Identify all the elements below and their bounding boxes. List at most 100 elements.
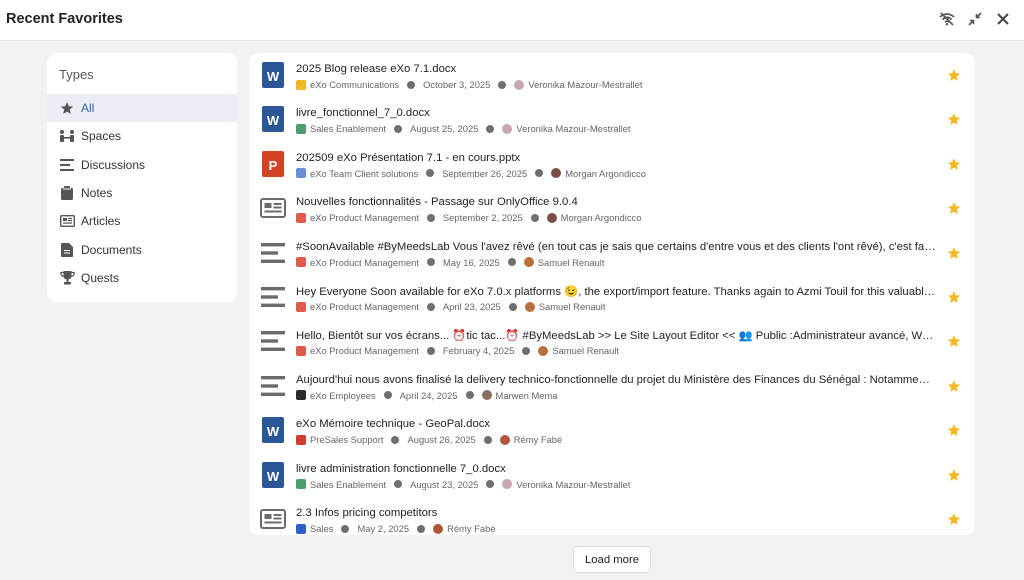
favorite-meta: eXo Product Management May 16, 2025 Samuel…	[296, 257, 604, 268]
sidebar-item-documents[interactable]: Documents	[47, 235, 237, 263]
author-avatar	[499, 434, 510, 445]
sidebar-item-quests[interactable]: Quests	[47, 264, 237, 292]
type-filter-list: All Spaces Discussions Notes Articles Documen…	[47, 94, 237, 292]
author-name[interactable]: Rémy Fabé	[514, 434, 562, 445]
separator-dot	[391, 435, 400, 444]
separator-dot	[426, 258, 435, 267]
space-name[interactable]: Sales Enablement	[310, 479, 386, 490]
favorite-star-icon[interactable]	[947, 379, 961, 393]
favorite-title[interactable]: eXo Mémoire technique - GeoPal.docx	[296, 418, 936, 430]
favorite-item[interactable]: #SoonAvailable #ByMeedsLab Vous l'avez r…	[249, 232, 975, 276]
separator-dot	[486, 124, 495, 133]
favorite-star-icon[interactable]	[947, 246, 961, 260]
favorite-title[interactable]: livre_fonctionnel_7_0.docx	[296, 107, 936, 119]
svg-text:W: W	[267, 424, 280, 439]
author-name[interactable]: Veronika Mazour-Mestrallet	[516, 479, 630, 490]
favorite-item[interactable]: P 202509 eXo Présentation 7.1 - en cours.…	[249, 143, 975, 187]
collapse-icon[interactable]	[966, 10, 984, 28]
connection-status-icon[interactable]	[938, 10, 956, 28]
favorite-item[interactable]: Wlivre_fonctionnel_7_0.docx Sales Enablem…	[249, 98, 975, 142]
favorite-star-icon[interactable]	[947, 423, 961, 437]
favorite-star-icon[interactable]	[947, 290, 961, 304]
separator-dot	[407, 80, 416, 89]
favorite-date: April 24, 2025	[399, 389, 458, 401]
favorite-item[interactable]: Nouvelles fonctionnalités - Passage sur …	[249, 187, 975, 231]
author-name[interactable]: Samuel Renault	[552, 345, 619, 356]
separator-dot	[535, 169, 544, 178]
favorite-title[interactable]: Hey Everyone Soon available for eXo 7.0.…	[296, 285, 936, 298]
favorite-star-icon[interactable]	[947, 468, 961, 482]
sidebar-item-notes[interactable]: Notes	[47, 179, 237, 207]
space-name[interactable]: eXo Product Management	[310, 212, 419, 223]
word-file-icon: W	[260, 415, 286, 445]
space-avatar	[296, 479, 306, 490]
favorite-item[interactable]: 2.3 Infos pricing competitors Sales May 2,…	[249, 498, 975, 535]
author-name[interactable]: Samuel Renault	[538, 257, 605, 268]
favorite-date: October 3, 2025	[423, 79, 491, 90]
author-name[interactable]: Morgan Argondicco	[561, 212, 642, 223]
space-name[interactable]: eXo Product Management	[310, 257, 419, 268]
space-avatar	[296, 345, 306, 356]
favorite-star-icon[interactable]	[947, 334, 961, 348]
space-avatar	[296, 301, 306, 312]
author-name[interactable]: Samuel Renault	[539, 301, 606, 312]
favorite-item[interactable]: Aujourd'hui nous avons finalisé la deliv…	[249, 365, 975, 409]
favorite-item[interactable]: WeXo Mémoire technique - GeoPal.docx PreS…	[249, 409, 975, 453]
space-name[interactable]: Sales	[310, 523, 333, 534]
favorite-star-icon[interactable]	[947, 157, 961, 171]
note-icon	[260, 282, 286, 312]
author-avatar	[523, 257, 534, 268]
star-icon	[59, 100, 75, 116]
favorite-date: April 23, 2025	[442, 301, 501, 312]
space-name[interactable]: eXo Product Management	[310, 345, 419, 356]
author-name[interactable]: Marwen Mema	[496, 390, 558, 401]
space-name[interactable]: eXo Team Client solutions	[310, 168, 418, 179]
separator-dot	[465, 391, 474, 400]
favorite-star-icon[interactable]	[947, 68, 961, 82]
author-name[interactable]: Morgan Argondicco	[565, 168, 646, 179]
favorite-title[interactable]: Hello, Bientôt sur vos écrans... ⏰tic ta…	[296, 329, 936, 342]
space-name[interactable]: eXo Communications	[310, 79, 399, 90]
favorite-title[interactable]: #SoonAvailable #ByMeedsLab Vous l'avez r…	[296, 241, 936, 253]
favorite-title[interactable]: livre administration fonctionnelle 7_0.d…	[296, 463, 936, 475]
word-file-icon: W	[260, 104, 286, 134]
note-icon	[260, 238, 286, 268]
documents-icon	[59, 242, 75, 258]
favorite-title[interactable]: 2025 Blog release eXo 7.1.docx	[296, 63, 936, 75]
author-avatar	[546, 212, 557, 223]
author-name[interactable]: Rémy Fabé	[447, 523, 495, 534]
favorite-meta: eXo Team Client solutions September 26, 2…	[296, 168, 646, 179]
space-name[interactable]: PreSales Support	[310, 434, 383, 445]
discussions-icon	[59, 157, 75, 173]
sidebar-item-spaces[interactable]: Spaces	[47, 122, 237, 150]
separator-dot	[394, 124, 403, 133]
space-name[interactable]: eXo Employees	[310, 390, 376, 401]
favorite-title[interactable]: Nouvelles fonctionnalités - Passage sur …	[296, 196, 936, 208]
favorite-star-icon[interactable]	[947, 201, 961, 215]
separator-dot	[522, 346, 531, 355]
favorite-meta: eXo Product Management April 23, 2025 Samu…	[296, 301, 606, 312]
sidebar-item-articles[interactable]: Articles	[47, 207, 237, 235]
favorite-item[interactable]: W 2025 Blog release eXo 7.1.docx eXo Commu…	[249, 54, 975, 98]
svg-text:W: W	[267, 113, 280, 128]
load-more-button[interactable]: Load more	[573, 546, 651, 573]
space-name[interactable]: eXo Product Management	[310, 301, 419, 312]
space-name[interactable]: Sales Enablement	[310, 123, 386, 134]
close-icon[interactable]	[994, 10, 1012, 28]
sidebar-item-all[interactable]: All	[47, 94, 237, 123]
sidebar-item-discussions[interactable]: Discussions	[47, 151, 237, 179]
favorite-star-icon[interactable]	[947, 512, 961, 526]
separator-dot	[508, 302, 517, 311]
favorite-item[interactable]: Hey Everyone Soon available for eXo 7.0.…	[249, 276, 975, 320]
space-avatar	[296, 123, 306, 134]
note-icon	[260, 371, 286, 401]
word-file-icon: W	[260, 460, 286, 490]
favorite-title[interactable]: 202509 eXo Présentation 7.1 - en cours.p…	[296, 152, 936, 164]
favorite-title[interactable]: 2.3 Infos pricing competitors	[296, 507, 936, 519]
favorite-star-icon[interactable]	[947, 112, 961, 126]
favorite-item[interactable]: Hello, Bientôt sur vos écrans... ⏰tic ta…	[249, 320, 975, 364]
author-name[interactable]: Veronika Mazour-Mestrallet	[516, 123, 630, 134]
favorite-item[interactable]: Wlivre administration fonctionnelle 7_0.…	[249, 454, 975, 498]
favorite-title[interactable]: Aujourd'hui nous avons finalisé la deliv…	[296, 374, 936, 386]
author-name[interactable]: Veronika Mazour-Mestrallet	[528, 79, 642, 90]
